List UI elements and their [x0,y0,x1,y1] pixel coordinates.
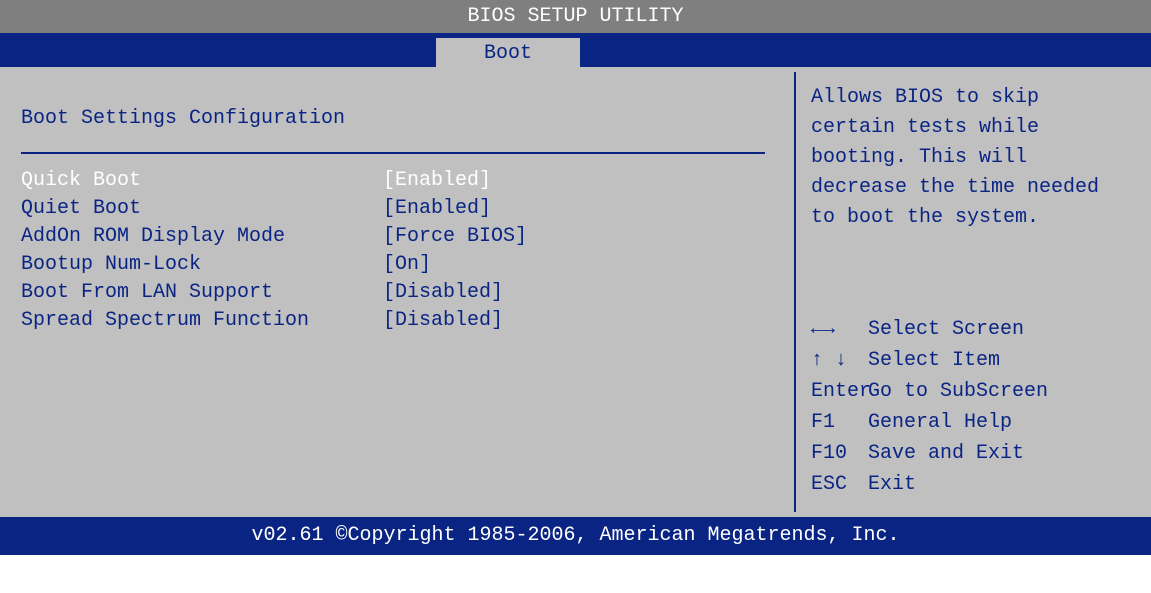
setting-value[interactable]: [Disabled] [383,279,503,307]
key-description: Select Screen [868,318,1025,341]
setting-label: Boot From LAN Support [21,281,274,304]
setting-spread-spectrum-function[interactable]: Spread Spectrum Function [Disabled] [21,307,781,335]
title-bar: BIOS SETUP UTILITY [0,0,1151,33]
setting-boot-from-lan-support[interactable]: Boot From LAN Support [Disabled] [21,279,781,307]
tab-boot[interactable]: Boot [436,38,580,67]
key-description: General Help [868,411,1013,434]
key-legend-row: ESC Exit [811,469,916,500]
setting-label: Quiet Boot [21,197,142,220]
key-description: Go to SubScreen [868,380,1049,403]
tab-boot-label: Boot [483,42,532,65]
setting-value[interactable]: [Enabled] [383,167,491,195]
key-name: ESC [811,473,848,496]
key-legend-row: ←→ Select Screen [811,314,1024,345]
setting-quick-boot[interactable]: Quick Boot [Enabled] [21,167,781,195]
app-title: BIOS SETUP UTILITY [467,5,684,28]
key-name: F1 [811,411,836,434]
section-divider [21,152,765,154]
key-legend: ←→ Select Screen ↑ ↓ Select Item Enter G… [811,314,1048,500]
left-right-arrows-icon: ←→ [811,318,836,341]
setting-quiet-boot[interactable]: Quiet Boot [Enabled] [21,195,781,223]
footer-bar: v02.61 ©Copyright 1985-2006, American Me… [0,517,1151,555]
setting-label: Quick Boot [21,169,142,192]
key-description: Select Item [868,349,1001,372]
key-name: F10 [811,442,848,465]
key-legend-row: F1 General Help [811,407,1012,438]
setting-label: Bootup Num-Lock [21,253,202,276]
setting-value[interactable]: [On] [383,251,431,279]
tab-bar: Boot [0,33,1151,67]
setting-value[interactable]: [Enabled] [383,195,491,223]
setting-label: Spread Spectrum Function [21,309,310,332]
main-panel: Boot Settings Configuration Quick Boot [… [0,67,794,517]
key-name: Enter [811,380,872,403]
setting-value[interactable]: [Force BIOS] [383,223,527,251]
copyright-text: v02.61 ©Copyright 1985-2006, American Me… [251,524,900,547]
help-text: Allows BIOS to skip certain tests while … [811,86,1100,229]
setting-value[interactable]: [Disabled] [383,307,503,335]
key-legend-row: F10 Save and Exit [811,438,1024,469]
setting-bootup-num-lock[interactable]: Bootup Num-Lock [On] [21,251,781,279]
key-description: Exit [868,473,917,496]
key-legend-row: Enter Go to SubScreen [811,376,1048,407]
setting-label: AddOn ROM Display Mode [21,225,286,248]
key-legend-row: ↑ ↓ Select Item [811,345,1000,376]
section-title: Boot Settings Configuration [21,107,346,130]
help-panel: Allows BIOS to skip certain tests while … [796,67,1151,517]
bios-screen: BIOS SETUP UTILITY Boot Boot Settings Co… [0,0,1151,555]
setting-addon-rom-display-mode[interactable]: AddOn ROM Display Mode [Force BIOS] [21,223,781,251]
up-down-arrows-icon: ↑ ↓ [811,349,848,372]
key-description: Save and Exit [868,442,1025,465]
